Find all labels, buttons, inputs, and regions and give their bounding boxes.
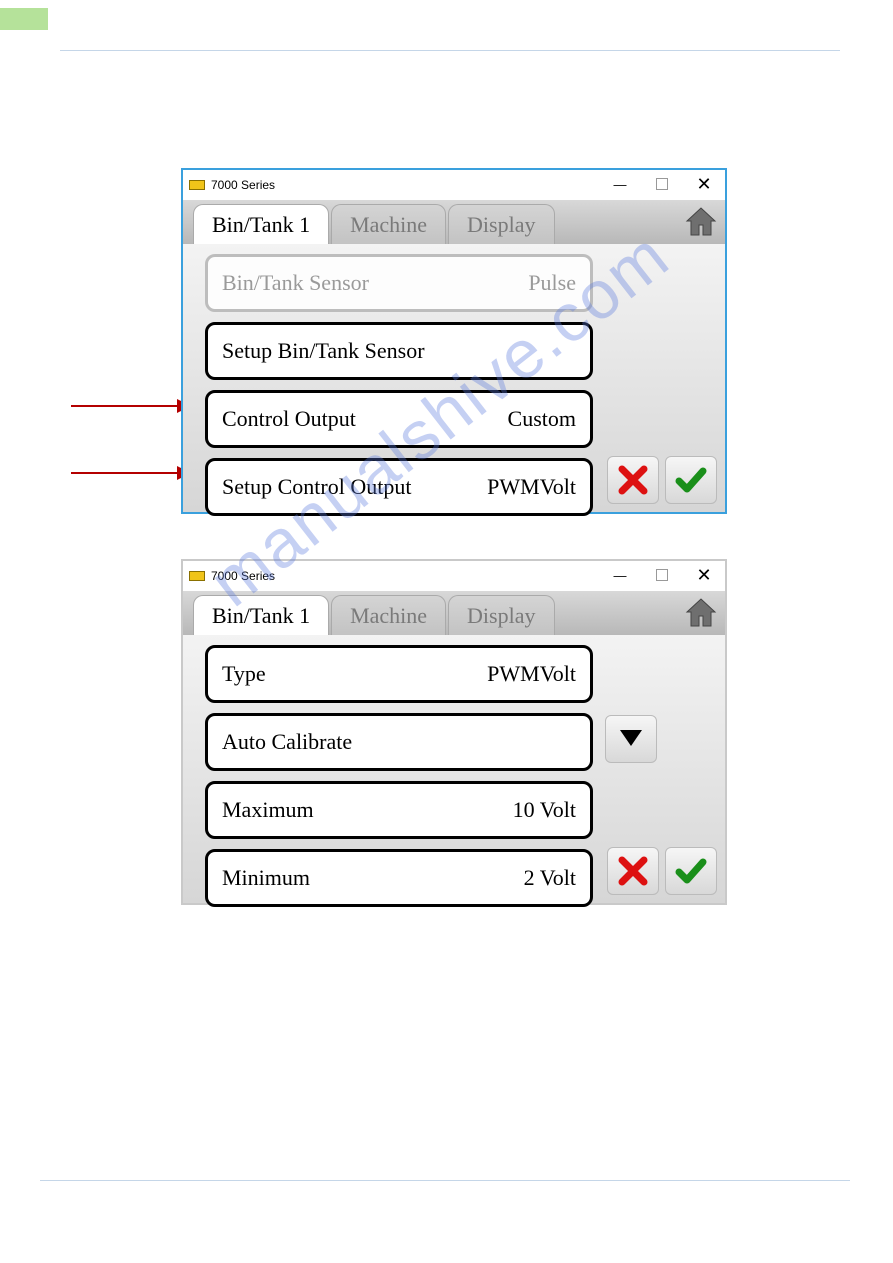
chevron-down-icon <box>616 726 646 752</box>
page-decoration <box>0 8 48 30</box>
tab-bin-tank[interactable]: Bin/Tank 1 <box>193 595 329 635</box>
confirm-button[interactable] <box>665 456 717 504</box>
row-label: Control Output <box>222 406 356 432</box>
row-value: 10 Volt <box>513 797 576 823</box>
row-minimum[interactable]: Minimum 2 Volt <box>205 849 593 907</box>
row-value: PWMVolt <box>487 474 576 500</box>
row-value: Pulse <box>528 270 576 296</box>
cancel-button[interactable] <box>607 847 659 895</box>
minimize-button[interactable]: — <box>599 561 641 589</box>
home-icon[interactable] <box>683 203 719 239</box>
tab-bar: Bin/Tank 1 Machine Display <box>183 200 725 244</box>
row-control-output[interactable]: Control Output Custom <box>205 390 593 448</box>
row-type[interactable]: Type PWMVolt <box>205 645 593 703</box>
check-icon <box>674 854 708 888</box>
app-icon <box>189 571 205 581</box>
row-label: Auto Calibrate <box>222 729 352 755</box>
tab-display[interactable]: Display <box>448 204 554 244</box>
minimize-button[interactable]: — <box>599 170 641 198</box>
confirm-button[interactable] <box>665 847 717 895</box>
row-setup-control-output[interactable]: Setup Control Output PWMVolt <box>205 458 593 516</box>
window-titlebar: 7000 Series — ✕ <box>183 170 725 200</box>
row-label: Setup Control Output <box>222 474 411 500</box>
close-button[interactable]: ✕ <box>683 561 725 589</box>
window-titlebar: 7000 Series — ✕ <box>183 561 725 591</box>
home-icon[interactable] <box>683 594 719 630</box>
tab-label: Display <box>467 212 535 238</box>
close-button[interactable]: ✕ <box>683 170 725 198</box>
row-setup-bin-tank-sensor[interactable]: Setup Bin/Tank Sensor <box>205 322 593 380</box>
content-area: Type PWMVolt Auto Calibrate Maximum 10 V… <box>183 635 725 903</box>
row-label: Minimum <box>222 865 310 891</box>
content-area: Bin/Tank Sensor Pulse Setup Bin/Tank Sen… <box>183 244 725 512</box>
row-value: Custom <box>508 406 576 432</box>
row-maximum[interactable]: Maximum 10 Volt <box>205 781 593 839</box>
tab-bar: Bin/Tank 1 Machine Display <box>183 591 725 635</box>
horizontal-rule <box>60 50 840 51</box>
window-title: 7000 Series <box>211 569 275 583</box>
row-label: Type <box>222 661 266 687</box>
tab-display[interactable]: Display <box>448 595 554 635</box>
tab-machine[interactable]: Machine <box>331 595 446 635</box>
tab-bin-tank[interactable]: Bin/Tank 1 <box>193 204 329 244</box>
window-title: 7000 Series <box>211 178 275 192</box>
check-icon <box>674 463 708 497</box>
row-bin-tank-sensor[interactable]: Bin/Tank Sensor Pulse <box>205 254 593 312</box>
tab-label: Bin/Tank 1 <box>212 212 310 238</box>
window-panel-2: 7000 Series — ✕ Bin/Tank 1 Machine Displ… <box>181 559 727 905</box>
tab-label: Machine <box>350 212 427 238</box>
horizontal-rule <box>40 1180 850 1181</box>
scroll-down-button[interactable] <box>605 715 657 763</box>
tab-machine[interactable]: Machine <box>331 204 446 244</box>
row-label: Bin/Tank Sensor <box>222 270 369 296</box>
maximize-button[interactable] <box>641 561 683 589</box>
row-label: Maximum <box>222 797 314 823</box>
callout-arrow <box>71 472 189 474</box>
row-value: PWMVolt <box>487 661 576 687</box>
callout-arrow <box>71 405 189 407</box>
maximize-button[interactable] <box>641 170 683 198</box>
cross-icon <box>616 463 650 497</box>
tab-label: Bin/Tank 1 <box>212 603 310 629</box>
cancel-button[interactable] <box>607 456 659 504</box>
row-auto-calibrate[interactable]: Auto Calibrate <box>205 713 593 771</box>
cross-icon <box>616 854 650 888</box>
row-label: Setup Bin/Tank Sensor <box>222 338 425 364</box>
tab-label: Machine <box>350 603 427 629</box>
tab-label: Display <box>467 603 535 629</box>
row-value: 2 Volt <box>524 865 576 891</box>
app-icon <box>189 180 205 190</box>
window-panel-1: 7000 Series — ✕ Bin/Tank 1 Machine Displ… <box>181 168 727 514</box>
